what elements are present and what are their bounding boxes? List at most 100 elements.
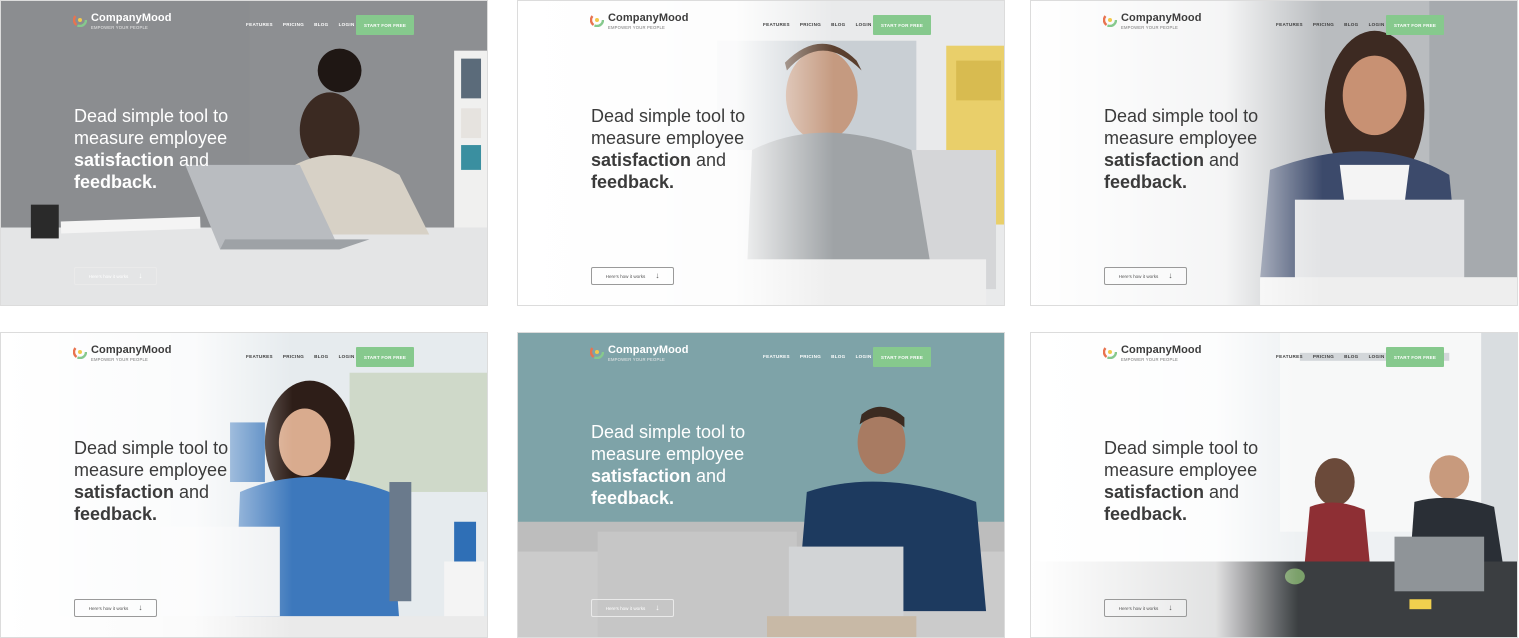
nav-login[interactable]: LOGIN <box>339 354 355 359</box>
logo-mark-icon <box>1103 13 1117 27</box>
logo-mark-icon <box>1103 345 1117 359</box>
headline-satisfaction: satisfaction <box>591 466 692 486</box>
logo-tagline: EMPOWER YOUR PEOPLE <box>91 25 149 30</box>
nav-blog[interactable]: BLOG <box>1344 22 1358 27</box>
logo-tagline: EMPOWER YOUR PEOPLE <box>1121 357 1179 362</box>
headline-satisfaction: satisfaction <box>1104 482 1205 502</box>
nav-features[interactable]: FEATURES <box>246 22 273 27</box>
hero-headline: Dead simple tool to measure employee sat… <box>1104 105 1314 193</box>
nav-login[interactable]: LOGIN <box>856 354 872 359</box>
how-it-works-label: Here's how it works <box>88 605 129 611</box>
headline-line-1: Dead simple tool to <box>591 422 746 442</box>
headline-and: and <box>1204 482 1240 502</box>
nav-login[interactable]: LOGIN <box>856 22 872 27</box>
headline-line-1: Dead simple tool to <box>74 438 229 458</box>
arrow-down-icon: ↓ <box>138 271 143 280</box>
logo-mark-icon <box>590 345 604 359</box>
nav-features[interactable]: FEATURES <box>763 354 790 359</box>
nav-blog[interactable]: BLOG <box>831 22 845 27</box>
start-for-free-button[interactable]: START FOR FREE <box>873 347 931 367</box>
how-it-works-label: Here's how it works <box>1118 273 1159 279</box>
nav-login[interactable]: LOGIN <box>339 22 355 27</box>
nav-features[interactable]: FEATURES <box>1276 22 1303 27</box>
headline-line-1: Dead simple tool to <box>1104 438 1259 458</box>
headline-feedback: feedback. <box>74 504 158 524</box>
how-it-works-button[interactable]: Here's how it works ↓ <box>1104 599 1187 617</box>
how-it-works-button[interactable]: Here's how it works ↓ <box>591 599 674 617</box>
headline-line-1: Dead simple tool to <box>591 106 746 126</box>
headline-feedback: feedback. <box>74 172 158 192</box>
how-it-works-button[interactable]: Here's how it works ↓ <box>74 267 157 285</box>
nav-pricing[interactable]: PRICING <box>800 354 821 359</box>
logo[interactable]: CompanyMood EMPOWER YOUR PEOPLE <box>1103 13 1202 30</box>
headline-and: and <box>174 482 210 502</box>
headline-line-2: measure employee <box>74 128 228 148</box>
start-for-free-button[interactable]: START FOR FREE <box>1386 347 1444 367</box>
nav-links: FEATURES PRICING BLOG LOGIN <box>763 354 872 359</box>
headline-feedback: feedback. <box>1104 504 1188 524</box>
nav-login[interactable]: LOGIN <box>1369 354 1385 359</box>
nav-pricing[interactable]: PRICING <box>283 354 304 359</box>
hero-headline: Dead simple tool to measure employee sat… <box>74 105 284 193</box>
nav-features[interactable]: FEATURES <box>246 354 273 359</box>
logo[interactable]: CompanyMood EMPOWER YOUR PEOPLE <box>73 345 172 362</box>
start-for-free-button[interactable]: START FOR FREE <box>873 15 931 35</box>
headline-line-2: measure employee <box>1104 460 1258 480</box>
headline-line-2: measure employee <box>591 128 745 148</box>
headline-line-2: measure employee <box>74 460 228 480</box>
logo[interactable]: CompanyMood EMPOWER YOUR PEOPLE <box>1103 345 1202 362</box>
logo-tagline: EMPOWER YOUR PEOPLE <box>608 25 666 30</box>
logo[interactable]: CompanyMood EMPOWER YOUR PEOPLE <box>73 13 172 30</box>
hero-headline: Dead simple tool to measure employee sat… <box>1104 437 1314 525</box>
nav-links: FEATURES PRICING BLOG LOGIN <box>246 354 355 359</box>
arrow-down-icon: ↓ <box>1168 603 1173 612</box>
logo-name: CompanyMood <box>1121 12 1202 24</box>
start-for-free-button[interactable]: START FOR FREE <box>356 15 414 35</box>
nav-features[interactable]: FEATURES <box>1276 354 1303 359</box>
start-for-free-button[interactable]: START FOR FREE <box>1386 15 1444 35</box>
headline-and: and <box>691 466 727 486</box>
headline-line-1: Dead simple tool to <box>1104 106 1259 126</box>
logo-tagline: EMPOWER YOUR PEOPLE <box>1121 25 1179 30</box>
logo-name: CompanyMood <box>608 12 689 24</box>
hero-headline: Dead simple tool to measure employee sat… <box>74 437 284 525</box>
arrow-down-icon: ↓ <box>138 603 143 612</box>
nav-links: FEATURES PRICING BLOG LOGIN <box>1276 22 1385 27</box>
logo-mark-icon <box>73 13 87 27</box>
nav-pricing[interactable]: PRICING <box>1313 22 1334 27</box>
how-it-works-label: Here's how it works <box>1118 605 1159 611</box>
design-variant-2: CompanyMood EMPOWER YOUR PEOPLE FEATURES… <box>517 0 1005 306</box>
nav-blog[interactable]: BLOG <box>1344 354 1358 359</box>
hero-headline: Dead simple tool to measure employee sat… <box>591 105 801 193</box>
how-it-works-label: Here's how it works <box>605 273 646 279</box>
nav-pricing[interactable]: PRICING <box>800 22 821 27</box>
headline-and: and <box>174 150 210 170</box>
headline-and: and <box>1204 150 1240 170</box>
headline-satisfaction: satisfaction <box>591 150 692 170</box>
logo-tagline: EMPOWER YOUR PEOPLE <box>91 357 149 362</box>
arrow-down-icon: ↓ <box>655 603 660 612</box>
start-for-free-button[interactable]: START FOR FREE <box>356 347 414 367</box>
nav-features[interactable]: FEATURES <box>763 22 790 27</box>
logo-name: CompanyMood <box>91 12 172 24</box>
headline-feedback: feedback. <box>1104 172 1188 192</box>
logo-name: CompanyMood <box>608 344 689 356</box>
logo[interactable]: CompanyMood EMPOWER YOUR PEOPLE <box>590 13 689 30</box>
logo[interactable]: CompanyMood EMPOWER YOUR PEOPLE <box>590 345 689 362</box>
nav-blog[interactable]: BLOG <box>831 354 845 359</box>
design-variant-1: CompanyMood EMPOWER YOUR PEOPLE FEATURES… <box>0 0 488 306</box>
nav-pricing[interactable]: PRICING <box>1313 354 1334 359</box>
how-it-works-button[interactable]: Here's how it works ↓ <box>1104 267 1187 285</box>
nav-blog[interactable]: BLOG <box>314 22 328 27</box>
nav-blog[interactable]: BLOG <box>314 354 328 359</box>
headline-line-2: measure employee <box>1104 128 1258 148</box>
logo-name: CompanyMood <box>1121 344 1202 356</box>
nav-pricing[interactable]: PRICING <box>283 22 304 27</box>
how-it-works-button[interactable]: Here's how it works ↓ <box>74 599 157 617</box>
how-it-works-button[interactable]: Here's how it works ↓ <box>591 267 674 285</box>
headline-line-2: measure employee <box>591 444 745 464</box>
arrow-down-icon: ↓ <box>655 271 660 280</box>
design-variant-6: CompanyMood EMPOWER YOUR PEOPLE FEATURES… <box>1030 332 1518 638</box>
arrow-down-icon: ↓ <box>1168 271 1173 280</box>
nav-login[interactable]: LOGIN <box>1369 22 1385 27</box>
